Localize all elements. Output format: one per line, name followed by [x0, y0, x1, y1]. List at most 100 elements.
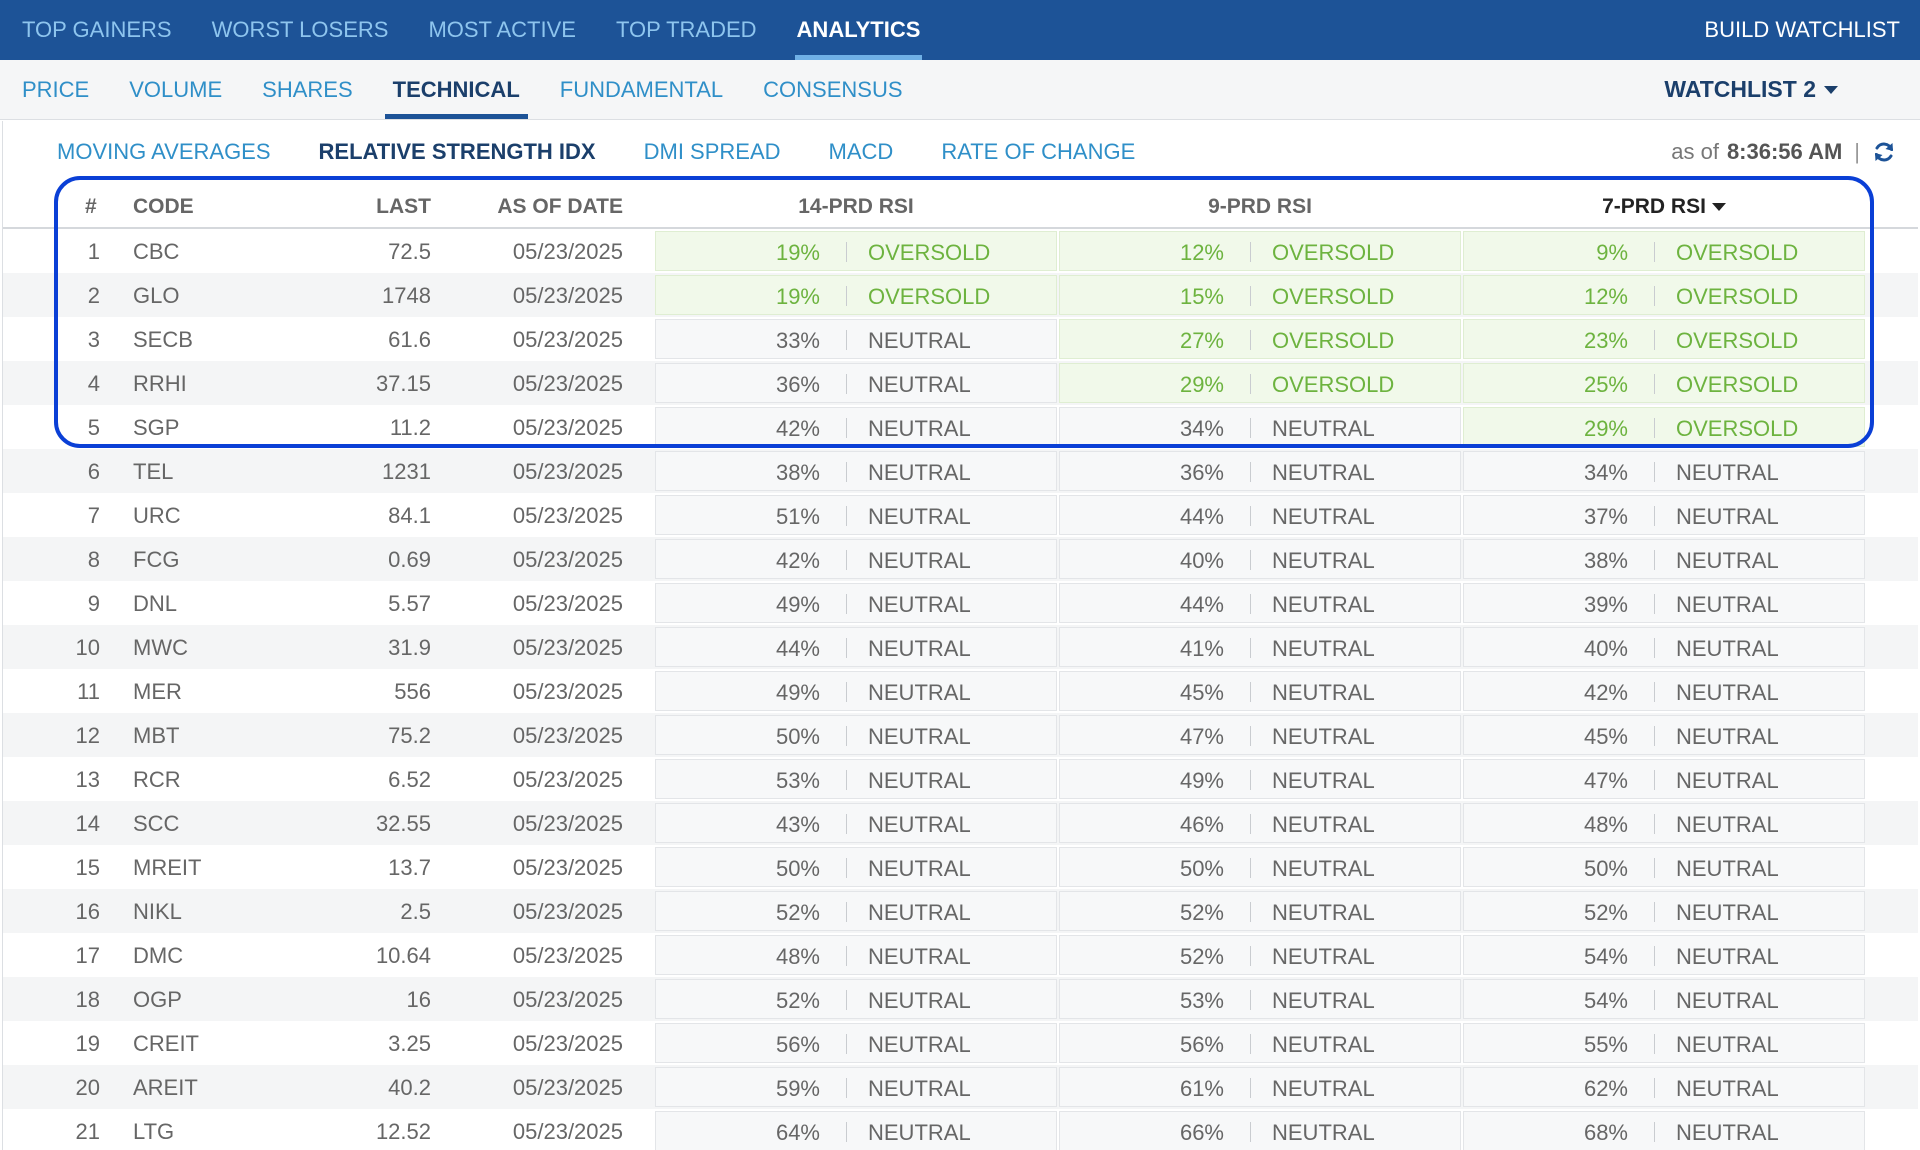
tab-moving-averages[interactable]: MOVING AVERAGES [57, 139, 271, 165]
table-row[interactable]: 8 FCG 0.69 05/23/2025 42% NEUTRAL 40% NEUTRAL 38… [3, 537, 1918, 581]
rsi-14-status: NEUTRAL [868, 328, 971, 353]
tab-consensus[interactable]: CONSENSUS [763, 60, 902, 119]
tab-most-active[interactable]: MOST ACTIVE [428, 0, 576, 60]
as-of-date: 05/23/2025 [512, 415, 623, 440]
rsi-14-cell: 48% NEUTRAL [655, 935, 1057, 975]
cell-divider [846, 506, 847, 526]
table-row[interactable]: 4 RRHI 37.15 05/23/2025 36% NEUTRAL 29% OVERSOL… [3, 361, 1918, 405]
rsi-14-status: NEUTRAL [868, 944, 971, 969]
rsi-9-status: NEUTRAL [1272, 1076, 1375, 1101]
cell-divider [846, 682, 847, 702]
tab-relative-strength-idx[interactable]: RELATIVE STRENGTH IDX [319, 139, 596, 165]
cell-divider [1250, 770, 1251, 790]
rsi-7-value: 37% [1583, 504, 1628, 529]
header-num[interactable]: # [85, 195, 97, 219]
tab-shares[interactable]: SHARES [262, 60, 352, 119]
rsi-14-cell: 36% NEUTRAL [655, 363, 1057, 403]
cell-divider [1250, 1034, 1251, 1054]
rsi-7-cell: 40% NEUTRAL [1463, 627, 1865, 667]
last-price: 61.6 [388, 327, 431, 352]
rsi-14-status: NEUTRAL [868, 504, 971, 529]
table-row[interactable]: 15 MREIT 13.7 05/23/2025 50% NEUTRAL 50% NEUTRA… [3, 845, 1918, 889]
table-row[interactable]: 17 DMC 10.64 05/23/2025 48% NEUTRAL 52% NEUTRAL… [3, 933, 1918, 977]
table-row[interactable]: 9 DNL 5.57 05/23/2025 49% NEUTRAL 44% NEUTRAL 39… [3, 581, 1918, 625]
table-row[interactable]: 11 MER 556 05/23/2025 49% NEUTRAL 45% NEUTRAL 42… [3, 669, 1918, 713]
tab-dmi-spread[interactable]: DMI SPREAD [644, 139, 781, 165]
rsi-9-cell: 61% NEUTRAL [1059, 1067, 1461, 1107]
tab-top-traded[interactable]: TOP TRADED [616, 0, 757, 60]
rsi-7-cell: 47% NEUTRAL [1463, 759, 1865, 799]
tab-volume[interactable]: VOLUME [129, 60, 222, 119]
table-row[interactable]: 18 OGP 16 05/23/2025 52% NEUTRAL 53% NEUTRAL 54%… [3, 977, 1918, 1021]
cell-divider [1250, 1122, 1251, 1142]
as-of-timestamp: as of 8:36:56 AM | [1671, 139, 1896, 165]
table-row[interactable]: 13 RCR 6.52 05/23/2025 53% NEUTRAL 49% NEUTRAL 4… [3, 757, 1918, 801]
cell-divider [1654, 1078, 1655, 1098]
rsi-9-status: OVERSOLD [1272, 240, 1395, 265]
rsi-table: # CODE LAST AS OF DATE 14-PRD RSI 9-PRD … [2, 183, 1918, 1150]
as-of-date: 05/23/2025 [512, 855, 623, 880]
rsi-7-value: 50% [1583, 856, 1628, 881]
header-code[interactable]: CODE [133, 195, 194, 219]
table-row[interactable]: 16 NIKL 2.5 05/23/2025 52% NEUTRAL 52% NEUTRAL 5… [3, 889, 1918, 933]
tab-worst-losers[interactable]: WORST LOSERS [212, 0, 389, 60]
cell-divider [1654, 462, 1655, 482]
as-of-date: 05/23/2025 [512, 283, 623, 308]
header-last[interactable]: LAST [303, 195, 431, 219]
table-row[interactable]: 20 AREIT 40.2 05/23/2025 59% NEUTRAL 61% NEUTRA… [3, 1065, 1918, 1109]
rsi-14-cell: 49% NEUTRAL [655, 671, 1057, 711]
last-price: 1748 [382, 283, 431, 308]
as-of-time: 8:36:56 AM [1726, 139, 1843, 164]
table-row[interactable]: 2 GLO 1748 05/23/2025 19% OVERSOLD 15% OVERSOLD… [3, 273, 1918, 317]
header-7-prd-rsi[interactable]: 7-PRD RSI [1463, 195, 1865, 219]
tab-top-gainers[interactable]: TOP GAINERS [22, 0, 172, 60]
row-number: 16 [75, 899, 100, 924]
header-14-prd-rsi[interactable]: 14-PRD RSI [655, 195, 1057, 219]
last-price: 5.57 [388, 591, 431, 616]
header-9-prd-rsi[interactable]: 9-PRD RSI [1059, 195, 1461, 219]
table-row[interactable]: 19 CREIT 3.25 05/23/2025 56% NEUTRAL 56% NEUTRA… [3, 1021, 1918, 1065]
stock-code: OGP [133, 987, 182, 1012]
table-row[interactable]: 1 CBC 72.5 05/23/2025 19% OVERSOLD 12% OVERSOLD… [3, 229, 1918, 273]
build-watchlist-button[interactable]: BUILD WATCHLIST [1704, 0, 1900, 60]
rsi-9-status: NEUTRAL [1272, 460, 1375, 485]
table-row[interactable]: 7 URC 84.1 05/23/2025 51% NEUTRAL 44% NEUTRAL 37… [3, 493, 1918, 537]
as-of-date: 05/23/2025 [512, 723, 623, 748]
tab-analytics[interactable]: ANALYTICS [794, 0, 923, 60]
rsi-9-value: 53% [1179, 988, 1224, 1013]
stock-code: GLO [133, 283, 180, 308]
stock-code: CREIT [133, 1031, 199, 1056]
rsi-9-status: NEUTRAL [1272, 900, 1375, 925]
last-price: 16 [406, 987, 431, 1012]
tab-price[interactable]: PRICE [22, 60, 89, 119]
table-row[interactable]: 6 TEL 1231 05/23/2025 38% NEUTRAL 36% NEUTRAL 34… [3, 449, 1918, 493]
rsi-9-status: NEUTRAL [1272, 724, 1375, 749]
tab-fundamental[interactable]: FUNDAMENTAL [560, 60, 723, 119]
rsi-14-value: 51% [775, 504, 820, 529]
tab-macd[interactable]: MACD [829, 139, 894, 165]
tab-rate-of-change[interactable]: RATE OF CHANGE [941, 139, 1135, 165]
rsi-9-value: 44% [1179, 504, 1224, 529]
rsi-7-cell: 62% NEUTRAL [1463, 1067, 1865, 1107]
table-row[interactable]: 5 SGP 11.2 05/23/2025 42% NEUTRAL 34% NEUTRAL 29… [3, 405, 1918, 449]
rsi-9-status: NEUTRAL [1272, 768, 1375, 793]
table-row[interactable]: 21 LTG 12.52 05/23/2025 64% NEUTRAL 66% NEUTRAL… [3, 1109, 1918, 1150]
table-row[interactable]: 14 SCC 32.55 05/23/2025 43% NEUTRAL 46% NEUTRAL… [3, 801, 1918, 845]
top-nav-tabs: TOP GAINERS WORST LOSERS MOST ACTIVE TOP… [0, 0, 960, 60]
tab-technical[interactable]: TECHNICAL [384, 60, 528, 119]
refresh-icon[interactable] [1872, 140, 1896, 164]
rsi-14-value: 33% [775, 328, 820, 353]
watchlist-dropdown[interactable]: WATCHLIST 2 [1664, 60, 1838, 119]
last-price: 3.25 [388, 1031, 431, 1056]
analytics-subnav: PRICE VOLUME SHARES TECHNICAL FUNDAMENTA… [0, 60, 1920, 120]
rsi-14-cell: 56% NEUTRAL [655, 1023, 1057, 1063]
table-row[interactable]: 12 MBT 75.2 05/23/2025 50% NEUTRAL 47% NEUTRAL 4… [3, 713, 1918, 757]
cell-divider [1654, 990, 1655, 1010]
as-of-date: 05/23/2025 [512, 899, 623, 924]
rsi-14-status: NEUTRAL [868, 592, 971, 617]
rsi-7-cell: 12% OVERSOLD [1463, 275, 1865, 315]
header-as-of-date[interactable]: AS OF DATE [463, 195, 623, 219]
table-row[interactable]: 10 MWC 31.9 05/23/2025 44% NEUTRAL 41% NEUTRAL 4… [3, 625, 1918, 669]
table-row[interactable]: 3 SECB 61.6 05/23/2025 33% NEUTRAL 27% OVERSOLD… [3, 317, 1918, 361]
rsi-14-cell: 52% NEUTRAL [655, 979, 1057, 1019]
